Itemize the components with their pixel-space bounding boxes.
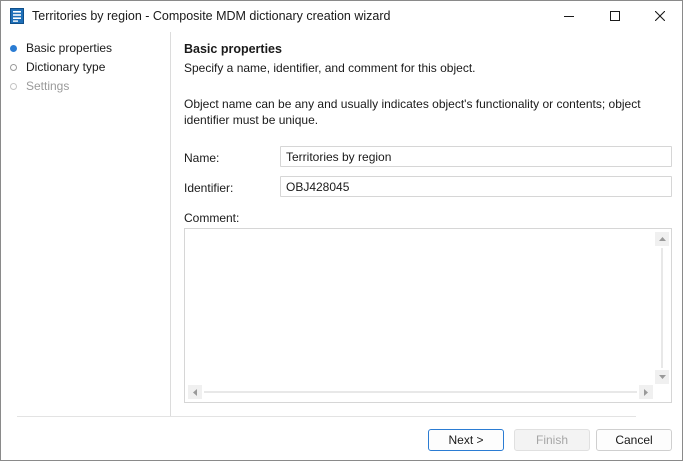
section-description: Object name can be any and usually indic… [184, 97, 641, 127]
step-label: Settings [26, 79, 70, 93]
comment-label: Comment: [184, 211, 240, 225]
vertical-scroll-track[interactable] [661, 248, 663, 368]
identifier-label: Identifier: [184, 181, 234, 195]
name-input[interactable] [280, 146, 672, 167]
vertical-scrollbar[interactable] [655, 232, 669, 384]
close-icon [655, 11, 665, 21]
horizontal-scroll-track[interactable] [204, 391, 637, 393]
identifier-input[interactable] [280, 176, 672, 197]
disabled-step-icon [10, 82, 17, 90]
pending-step-icon [10, 63, 17, 71]
scroll-left-icon[interactable] [188, 385, 202, 399]
horizontal-scrollbar[interactable] [188, 385, 653, 399]
step-label: Basic properties [26, 41, 113, 55]
title-bar: Territories by region - Composite MDM di… [1, 1, 682, 31]
step-label: Dictionary type [26, 60, 106, 74]
step-dictionary-type[interactable]: Dictionary type [10, 59, 105, 75]
maximize-icon [610, 11, 620, 21]
wizard-window: Territories by region - Composite MDM di… [0, 0, 683, 461]
comment-textarea[interactable] [184, 228, 672, 403]
finish-button: Finish [514, 429, 590, 451]
section-title: Basic properties [184, 42, 282, 56]
active-step-icon [10, 44, 17, 52]
footer-divider [17, 416, 636, 417]
scroll-down-icon[interactable] [655, 370, 669, 384]
wizard-steps-nav: Basic properties Dictionary type Setting… [1, 32, 171, 416]
step-settings: Settings [10, 78, 69, 94]
scroll-right-icon[interactable] [639, 385, 653, 399]
close-button[interactable] [637, 1, 683, 31]
name-label: Name: [184, 151, 220, 165]
section-subtitle: Specify a name, identifier, and comment … [184, 61, 476, 75]
minimize-button[interactable] [546, 1, 592, 31]
next-button[interactable]: Next > [428, 429, 504, 451]
cancel-button[interactable]: Cancel [596, 429, 672, 451]
maximize-button[interactable] [592, 1, 638, 31]
minimize-icon [564, 16, 574, 17]
window-title: Territories by region - Composite MDM di… [32, 9, 391, 23]
dictionary-icon [10, 8, 24, 24]
step-basic-properties[interactable]: Basic properties [10, 40, 112, 56]
scroll-up-icon[interactable] [655, 232, 669, 246]
